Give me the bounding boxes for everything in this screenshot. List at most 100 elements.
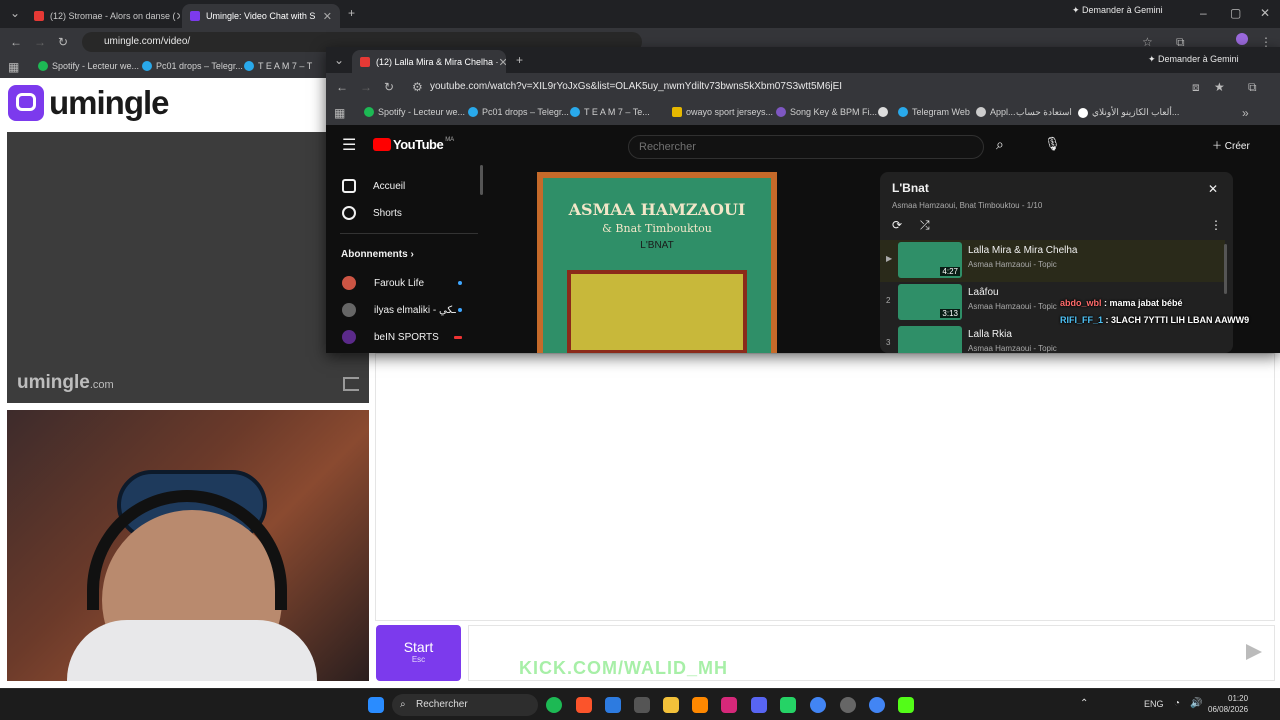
search-input[interactable]: Rechercher xyxy=(628,135,984,159)
tab-search-icon[interactable]: ⌄ xyxy=(10,6,20,20)
playlist-index: 3 xyxy=(886,338,891,347)
extensions-icon[interactable]: ⧉ xyxy=(1248,80,1257,95)
install-icon[interactable]: ⧈ xyxy=(1192,80,1200,95)
start-shortcut: Esc xyxy=(411,655,426,664)
tab-youtube[interactable]: (12) Lalla Mira & Mira Chelha · ✕ xyxy=(352,50,506,74)
apps-icon[interactable]: ▦ xyxy=(334,106,345,120)
bookmark-casino[interactable]: ألعاب الكازينو الأونلاي... xyxy=(1078,107,1179,118)
shuffle-icon[interactable]: ⤮ xyxy=(920,218,930,233)
new-tab-button[interactable]: + xyxy=(516,53,523,67)
reload-button[interactable]: ↻ xyxy=(58,35,68,49)
minimize-button[interactable]: – xyxy=(1200,6,1207,20)
tab-umingle[interactable]: Umingle: Video Chat with S ✕ xyxy=(182,4,340,28)
volume-icon[interactable]: 🔊 xyxy=(1190,698,1202,709)
gemini-button[interactable]: ✦ Demander à Gemini xyxy=(1148,54,1239,65)
tray-chevron-icon[interactable]: ⌃ xyxy=(1080,698,1088,709)
instagram-icon[interactable] xyxy=(721,697,737,713)
new-tab-button[interactable]: + xyxy=(348,6,355,20)
kick-icon[interactable] xyxy=(898,697,914,713)
bookmark-spotify[interactable]: Spotify - Lecteur we... xyxy=(38,61,139,71)
subscription-farouk[interactable]: Farouk Life xyxy=(342,276,462,290)
loop-icon[interactable]: ⟳ xyxy=(892,218,902,232)
bookmark-telegram-web[interactable]: Telegram Web xyxy=(898,107,970,117)
youtube-logo[interactable]: YouTube MA xyxy=(373,137,454,152)
spotify-icon[interactable] xyxy=(546,697,562,713)
divider xyxy=(340,233,478,234)
more-bookmarks-icon[interactable]: » xyxy=(1242,106,1249,120)
hamburger-menu-icon[interactable]: ☰ xyxy=(342,135,356,155)
bookmark-star-icon[interactable]: ★ xyxy=(1214,80,1225,94)
app-icon[interactable] xyxy=(840,697,856,713)
create-button[interactable]: ＋ Créer xyxy=(1212,137,1250,152)
report-flag-icon[interactable] xyxy=(343,377,359,391)
back-button[interactable]: ← xyxy=(336,80,348,94)
telegram-icon xyxy=(142,61,152,71)
message-input[interactable]: KICK.COM/WALID_MH xyxy=(468,625,1275,681)
playlist-panel: L'Bnat Asmaa Hamzaoui, Bnat Timbouktou -… xyxy=(880,172,1233,353)
search-icon: ⌕ xyxy=(400,699,406,710)
tab-stromae[interactable]: (12) Stromae - Alors on danse ( ✕ xyxy=(26,4,180,28)
apple-icon xyxy=(976,107,986,117)
wifi-icon[interactable]: ◔ xyxy=(1174,698,1180,709)
bookmark-pc01[interactable]: Pc01 drops – Telegr... xyxy=(142,61,243,71)
album-cover[interactable]: ASMAA HAMZAOUI & Bnat Timbouktou L'BNAT xyxy=(537,172,777,353)
playlist-menu-icon[interactable]: ⋮ xyxy=(1210,218,1222,232)
bookmark-team7[interactable]: T E A M 7 – T xyxy=(244,61,312,71)
bookmark-recover[interactable]: استعادة حساب xyxy=(1016,107,1072,118)
reload-button[interactable]: ↻ xyxy=(384,80,394,94)
bookmark-pc01[interactable]: Pc01 drops – Telegr... xyxy=(468,107,569,117)
discord-icon[interactable] xyxy=(751,697,767,713)
send-icon[interactable] xyxy=(1246,644,1262,660)
start-button[interactable]: Start Esc xyxy=(376,625,461,681)
vlc-icon[interactable] xyxy=(692,697,708,713)
taskbar-search[interactable]: ⌕ Rechercher xyxy=(392,694,538,716)
folder-icon[interactable] xyxy=(663,697,679,713)
subscriptions-header[interactable]: Abonnements › xyxy=(341,249,414,260)
bookmark-globe[interactable] xyxy=(878,107,892,117)
close-icon[interactable]: ✕ xyxy=(1208,182,1218,196)
bookmark-songkey[interactable]: Song Key & BPM Fi... xyxy=(776,107,877,117)
window-close-button[interactable]: ✕ xyxy=(1260,6,1270,20)
bookmark-team7[interactable]: T E A M 7 – Te... xyxy=(570,107,650,117)
bookmark-spotify[interactable]: Spotify - Lecteur we... xyxy=(364,107,465,117)
gemini-button[interactable]: ✦ Demander à Gemini xyxy=(1072,5,1163,16)
subscription-ilyas[interactable]: ilyas elmaliki - ـكي xyxy=(342,303,462,317)
forward-button[interactable]: → xyxy=(360,80,372,94)
bookmark-apple[interactable]: Appl... xyxy=(976,107,1016,117)
playlist-item[interactable]: ▶ 4:27 Lalla Mira & Mira Chelha Asmaa Ha… xyxy=(880,240,1225,282)
forward-button[interactable]: → xyxy=(34,35,46,49)
tab-search-icon[interactable]: ⌄ xyxy=(334,53,344,67)
close-icon[interactable]: ✕ xyxy=(176,10,180,23)
store-icon[interactable] xyxy=(634,697,650,713)
chrome-icon[interactable] xyxy=(810,697,826,713)
close-icon[interactable]: ✕ xyxy=(323,10,332,23)
close-icon[interactable]: ✕ xyxy=(499,56,506,69)
umingle-logo[interactable]: umingle xyxy=(49,84,170,122)
brave-icon[interactable] xyxy=(576,697,592,713)
profile-avatar[interactable] xyxy=(1236,33,1248,45)
nav-home[interactable]: Accueil xyxy=(342,179,405,193)
search-placeholder: Rechercher xyxy=(639,141,696,153)
search-icon[interactable]: ⌕ xyxy=(996,136,1004,153)
playlist-item[interactable]: 3 Lalla Rkia Asmaa Hamzaoui - Topic xyxy=(880,324,1225,353)
microphone-icon[interactable]: 🎙 xyxy=(1044,136,1061,152)
start-label: Start xyxy=(403,639,434,655)
chrome-icon[interactable] xyxy=(869,697,885,713)
start-menu-icon[interactable] xyxy=(368,697,384,713)
stream-chat-line: abdo_wbl : mama jabat bébé xyxy=(1060,298,1183,308)
bookmark-owayo[interactable]: owayo sport jerseys... xyxy=(672,107,773,117)
music-icon xyxy=(776,107,786,117)
site-info-icon[interactable]: ⚙ xyxy=(412,80,423,94)
language-indicator[interactable]: ENG xyxy=(1144,699,1164,709)
sidebar-scrollbar[interactable] xyxy=(480,165,483,195)
subscription-bein[interactable]: beIN SPORTS xyxy=(342,330,462,344)
apps-icon[interactable]: ▦ xyxy=(8,60,19,74)
playlist-scrollbar[interactable] xyxy=(1224,244,1227,294)
nav-shorts[interactable]: Shorts xyxy=(342,206,402,220)
maximize-button[interactable]: ▢ xyxy=(1230,6,1241,20)
back-button[interactable]: ← xyxy=(10,35,22,49)
address-bar[interactable]: youtube.com/watch?v=XIL9rYoJxGs&list=OLA… xyxy=(430,81,842,92)
shield-icon[interactable] xyxy=(605,697,621,713)
clock[interactable]: 01:20 06/08/2026 xyxy=(1208,693,1248,715)
whatsapp-icon[interactable] xyxy=(780,697,796,713)
